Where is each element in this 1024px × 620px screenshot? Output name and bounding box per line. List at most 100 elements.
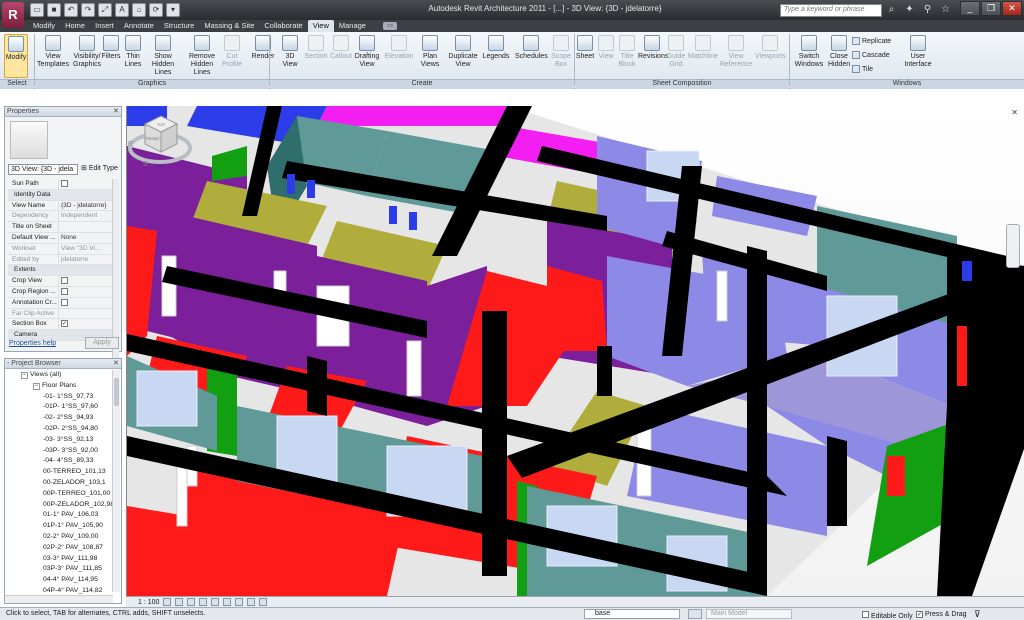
properties-scrollbar[interactable]	[112, 179, 119, 379]
redo-icon[interactable]: ↷	[81, 3, 95, 17]
3d-view-button[interactable]: 3D View	[278, 34, 302, 78]
tree-item-floor-plan[interactable]: 03-3° PAV_111,98	[5, 554, 113, 565]
show-crop-icon[interactable]	[223, 598, 232, 606]
viewcube[interactable]: TOP FRONT S E	[127, 106, 193, 170]
undo-icon[interactable]: ↶	[64, 3, 78, 17]
edit-type-button[interactable]: ⊞ Edit Type	[81, 164, 118, 174]
tree-node-views[interactable]: − Views (all)	[5, 370, 113, 381]
worksets-button[interactable]	[688, 609, 702, 619]
tab-annotate[interactable]: Annotate	[119, 20, 159, 32]
temp-hide-icon[interactable]	[247, 598, 256, 606]
cascade-button[interactable]: Cascade	[852, 51, 890, 59]
browser-scrollbar[interactable]	[112, 370, 120, 592]
drafting-view-button[interactable]: Drafting View	[352, 34, 382, 78]
tree-item-floor-plan[interactable]: 04-4° PAV_114,95	[5, 575, 113, 586]
scope-box-button[interactable]: Scope Box	[549, 34, 573, 78]
close-views-icon[interactable]: ▾	[166, 3, 180, 17]
binoculars-icon[interactable]: ⌕	[884, 3, 899, 17]
section-button[interactable]: Section	[303, 34, 329, 78]
tree-item-floor-plan[interactable]: -03- 3°SS_92,13	[5, 435, 113, 446]
property-checkbox[interactable]	[61, 287, 68, 295]
property-group[interactable]: Identity Data	[8, 189, 112, 201]
editable-only-checkbox[interactable]: Editable Only	[862, 610, 913, 620]
scroll-thumb[interactable]	[114, 378, 119, 406]
property-value[interactable]	[58, 222, 112, 232]
close-icon[interactable]: ✕	[1002, 1, 1022, 16]
ribbon-minimize-icon[interactable]: ▭	[382, 22, 397, 30]
tab-insert[interactable]: Insert	[90, 20, 119, 32]
modify-button[interactable]: Modify	[4, 34, 28, 78]
communication-icon[interactable]: ⚲	[920, 3, 935, 17]
filters-button[interactable]: Filters	[100, 34, 122, 78]
tree-item-floor-plan[interactable]: -02P- 2°SS_94,80	[5, 424, 113, 435]
switch-windows-button[interactable]: Switch Windows	[793, 34, 825, 78]
tree-item-floor-plan[interactable]: 01-1° PAV_106,03	[5, 510, 113, 521]
navigation-bar[interactable]	[1006, 224, 1020, 268]
property-value[interactable]: {3D - jdelatorre}	[58, 200, 112, 211]
press-drag-checkbox[interactable]: ✓ Press & Drag	[916, 610, 967, 618]
property-value[interactable]	[58, 297, 112, 308]
type-selector[interactable]: 3D View: {3D - jdela	[8, 164, 78, 175]
property-value[interactable]	[58, 179, 112, 189]
close-icon[interactable]: ✕	[113, 359, 119, 369]
property-checkbox[interactable]	[61, 298, 68, 306]
application-menu-button[interactable]: R	[2, 2, 24, 28]
tree-item-floor-plan[interactable]: 00-TERREO_101,13	[5, 467, 113, 478]
tab-massing-site[interactable]: Massing & Site	[199, 20, 259, 32]
tree-node-floor-plans[interactable]: − Floor Plans	[5, 381, 113, 392]
collapse-icon[interactable]: −	[33, 382, 40, 390]
tab-structure[interactable]: Structure	[159, 20, 199, 32]
property-checkbox[interactable]: ✓	[61, 320, 68, 328]
tab-view[interactable]: View	[307, 20, 334, 32]
viewports-button[interactable]: Viewports	[755, 34, 786, 78]
property-value[interactable]: ✓	[58, 319, 112, 330]
sync-icon[interactable]: ⟳	[149, 3, 163, 17]
tree-item-floor-plan[interactable]: 00P-ZELADOR_102,98	[5, 500, 113, 511]
lock-view-icon[interactable]	[235, 598, 244, 606]
tree-item-floor-plan[interactable]: -03P- 3°SS_92,00	[5, 446, 113, 457]
thin-lines-button[interactable]: Thin Lines	[122, 34, 144, 78]
close-hidden-button[interactable]: Close Hidden	[828, 34, 850, 78]
tab-manage[interactable]: Manage	[334, 20, 371, 32]
tab-collaborate[interactable]: Collaborate	[259, 20, 307, 32]
sheet-button[interactable]: Sheet	[574, 34, 596, 78]
duplicate-view-button[interactable]: Duplicate View	[447, 34, 479, 78]
tree-item-floor-plan[interactable]: 02P-2° PAV_108,87	[5, 543, 113, 554]
callout-button[interactable]: Callout	[330, 34, 352, 78]
restore-icon[interactable]: ❐	[981, 1, 1001, 16]
reveal-hidden-icon[interactable]	[259, 598, 268, 606]
apply-button[interactable]: Apply	[85, 337, 119, 349]
viewcube-front-label[interactable]: FRONT	[146, 136, 160, 141]
cut-profile-button[interactable]: Cut Profile	[220, 34, 244, 78]
tree-item-floor-plan[interactable]: -01- 1°SS_97,73	[5, 392, 113, 403]
tree-item-floor-plan[interactable]: -01P- 1°SS_97,60	[5, 402, 113, 413]
property-value[interactable]	[58, 286, 112, 297]
measure-icon[interactable]: ⤢	[98, 3, 112, 17]
3d-icon[interactable]: ⌂	[132, 3, 146, 17]
revisions-button[interactable]: Revisions	[638, 34, 668, 78]
visual-style-icon[interactable]	[175, 598, 184, 606]
minimize-icon[interactable]: _	[960, 1, 980, 16]
property-value[interactable]	[58, 276, 112, 286]
crop-view-icon[interactable]	[211, 598, 220, 606]
tab-modify[interactable]: Modify	[28, 20, 60, 32]
property-value[interactable]: None	[58, 232, 112, 243]
plan-views-button[interactable]: Plan Views	[416, 34, 444, 78]
browser-hscrollbar[interactable]	[5, 595, 113, 603]
remove-hidden-lines-button[interactable]: Remove Hidden Lines	[184, 34, 220, 78]
matchline-button[interactable]: Matchline	[688, 34, 718, 78]
tree-item-floor-plan[interactable]: 00-ZELADOR_103,1	[5, 478, 113, 489]
search-input[interactable]: Type a keyword or phrase	[780, 4, 882, 17]
tile-button[interactable]: Tile	[852, 65, 873, 73]
user-interface-button[interactable]: User Interface	[902, 34, 934, 78]
legends-button[interactable]: Legends	[481, 34, 511, 78]
tree-item-floor-plan[interactable]: -02- 2°SS_94,93	[5, 413, 113, 424]
subscription-icon[interactable]: ✦	[902, 3, 917, 17]
filter-icon[interactable]: ⊽	[974, 609, 981, 620]
favorites-icon[interactable]: ☆	[938, 3, 953, 17]
render-button[interactable]: Render	[250, 34, 276, 78]
tree-item-floor-plan[interactable]: 00P-TERREO_101,00	[5, 489, 113, 500]
property-checkbox[interactable]	[61, 180, 68, 187]
sun-path-icon[interactable]	[187, 598, 196, 606]
visibility-graphics-button[interactable]: Visibility/Graphics	[73, 34, 101, 78]
